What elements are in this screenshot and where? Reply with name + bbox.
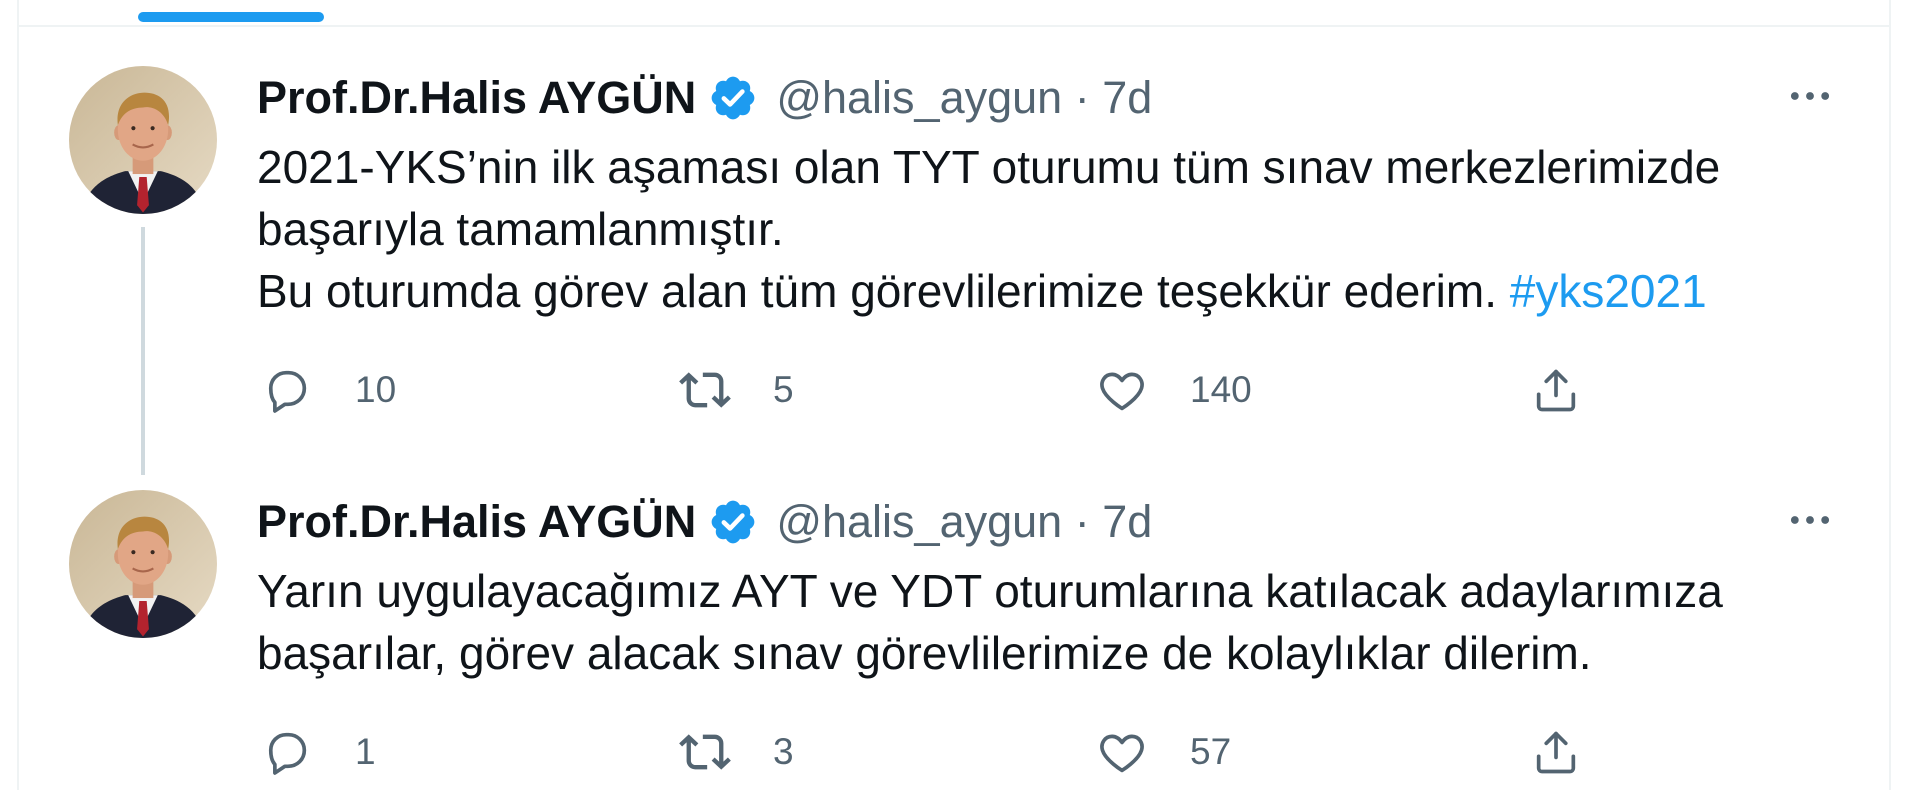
tweet[interactable]: Prof.Dr.Halis AYGÜN @halis_aygun · 7d Ya… xyxy=(0,424,1920,790)
like-count: 57 xyxy=(1190,731,1232,772)
avatar[interactable] xyxy=(69,490,217,638)
author-name[interactable]: Prof.Dr.Halis AYGÜN xyxy=(257,494,696,550)
tweet-header: Prof.Dr.Halis AYGÜN @halis_aygun · 7d xyxy=(257,70,1857,126)
tweet-text-line: başarıyla tamamlanmıştır. xyxy=(257,203,784,255)
heart-icon xyxy=(1096,364,1148,416)
reply-icon xyxy=(261,364,313,416)
tweet-header: Prof.Dr.Halis AYGÜN @halis_aygun · 7d xyxy=(257,494,1857,550)
tweet-actions: 1 3 57 xyxy=(257,720,1857,784)
tweet-text: 2021-YKS’nin ilk aşaması olan TYT oturum… xyxy=(257,136,1857,322)
tweet-meta: @halis_aygun · 7d xyxy=(776,70,1152,126)
share-button[interactable] xyxy=(1530,720,1582,784)
tweet-content: Prof.Dr.Halis AYGÜN @halis_aygun · 7d Ya… xyxy=(257,494,1857,784)
reply-button[interactable]: 10 xyxy=(261,358,396,422)
verified-badge-icon xyxy=(708,73,758,123)
more-options-button[interactable] xyxy=(1784,70,1836,122)
tweet-text-segment: Bu oturumda görev alan tüm görevlilerimi… xyxy=(257,265,1497,317)
tweet-content: Prof.Dr.Halis AYGÜN @halis_aygun · 7d 20… xyxy=(257,70,1857,422)
like-button[interactable]: 57 xyxy=(1096,720,1231,784)
tweet-time[interactable]: 7d xyxy=(1102,496,1152,547)
verified-badge-icon xyxy=(708,497,758,547)
reply-button[interactable]: 1 xyxy=(261,720,376,784)
more-options-button[interactable] xyxy=(1784,494,1836,546)
heart-icon xyxy=(1096,726,1148,778)
hashtag-link[interactable]: #yks2021 xyxy=(1510,265,1707,317)
meta-separator: · xyxy=(1074,72,1090,123)
share-icon xyxy=(1530,726,1582,778)
retweet-button[interactable]: 3 xyxy=(679,720,794,784)
tweet-text-line: başarılar, görev alacak sınav görevliler… xyxy=(257,627,1592,679)
reply-count: 10 xyxy=(355,369,397,410)
reply-icon xyxy=(261,726,313,778)
retweet-icon xyxy=(679,364,731,416)
retweet-button[interactable]: 5 xyxy=(679,358,794,422)
like-button[interactable]: 140 xyxy=(1096,358,1252,422)
share-icon xyxy=(1530,364,1582,416)
author-name[interactable]: Prof.Dr.Halis AYGÜN xyxy=(257,70,696,126)
retweet-count: 5 xyxy=(773,369,794,410)
tweet-text-line: Bu oturumda görev alan tüm görevlilerimi… xyxy=(257,260,1857,322)
author-handle[interactable]: @halis_aygun xyxy=(776,72,1062,123)
meta-separator: · xyxy=(1074,496,1090,547)
reply-count: 1 xyxy=(355,731,376,772)
avatar-photo xyxy=(69,490,217,638)
tweet-actions: 10 5 140 xyxy=(257,358,1857,422)
tweet-text-line: Yarın uygulayacağımız AYT ve YDT oturuml… xyxy=(257,565,1723,617)
author-handle[interactable]: @halis_aygun xyxy=(776,496,1062,547)
avatar-photo xyxy=(69,66,217,214)
tweet-meta: @halis_aygun · 7d xyxy=(776,494,1152,550)
more-icon xyxy=(1790,92,1830,100)
retweet-count: 3 xyxy=(773,731,794,772)
share-button[interactable] xyxy=(1530,358,1582,422)
more-icon xyxy=(1790,516,1830,524)
tweet-time[interactable]: 7d xyxy=(1102,72,1152,123)
like-count: 140 xyxy=(1190,369,1252,410)
avatar[interactable] xyxy=(69,66,217,214)
tweet[interactable]: Prof.Dr.Halis AYGÜN @halis_aygun · 7d 20… xyxy=(0,0,1920,475)
tweet-text-line: 2021-YKS’nin ilk aşaması olan TYT oturum… xyxy=(257,141,1721,193)
tweet-text: Yarın uygulayacağımız AYT ve YDT oturuml… xyxy=(257,560,1857,684)
retweet-icon xyxy=(679,726,731,778)
